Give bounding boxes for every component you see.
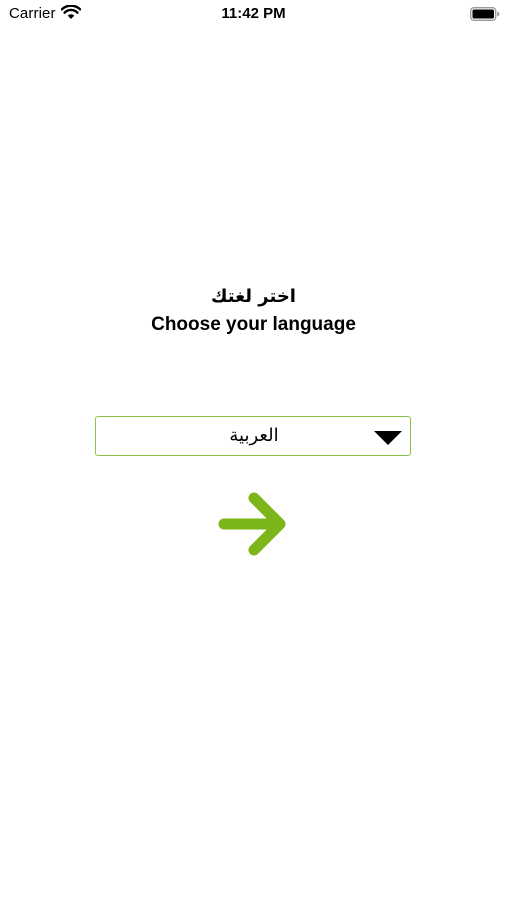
selected-language-value: العربية (229, 425, 279, 446)
title-english: Choose your language (151, 314, 356, 335)
clock: 11:42 PM (221, 5, 286, 22)
arrow-right-icon[interactable] (218, 490, 290, 558)
caret-down-icon (374, 431, 402, 445)
battery-icon (470, 7, 500, 21)
language-heading: اختر لغتك Choose your language (0, 285, 507, 339)
status-bar: Carrier 11:42 PM (0, 0, 507, 28)
title-arabic: اختر لغتك (211, 286, 296, 307)
language-select[interactable]: العربية (95, 416, 411, 456)
